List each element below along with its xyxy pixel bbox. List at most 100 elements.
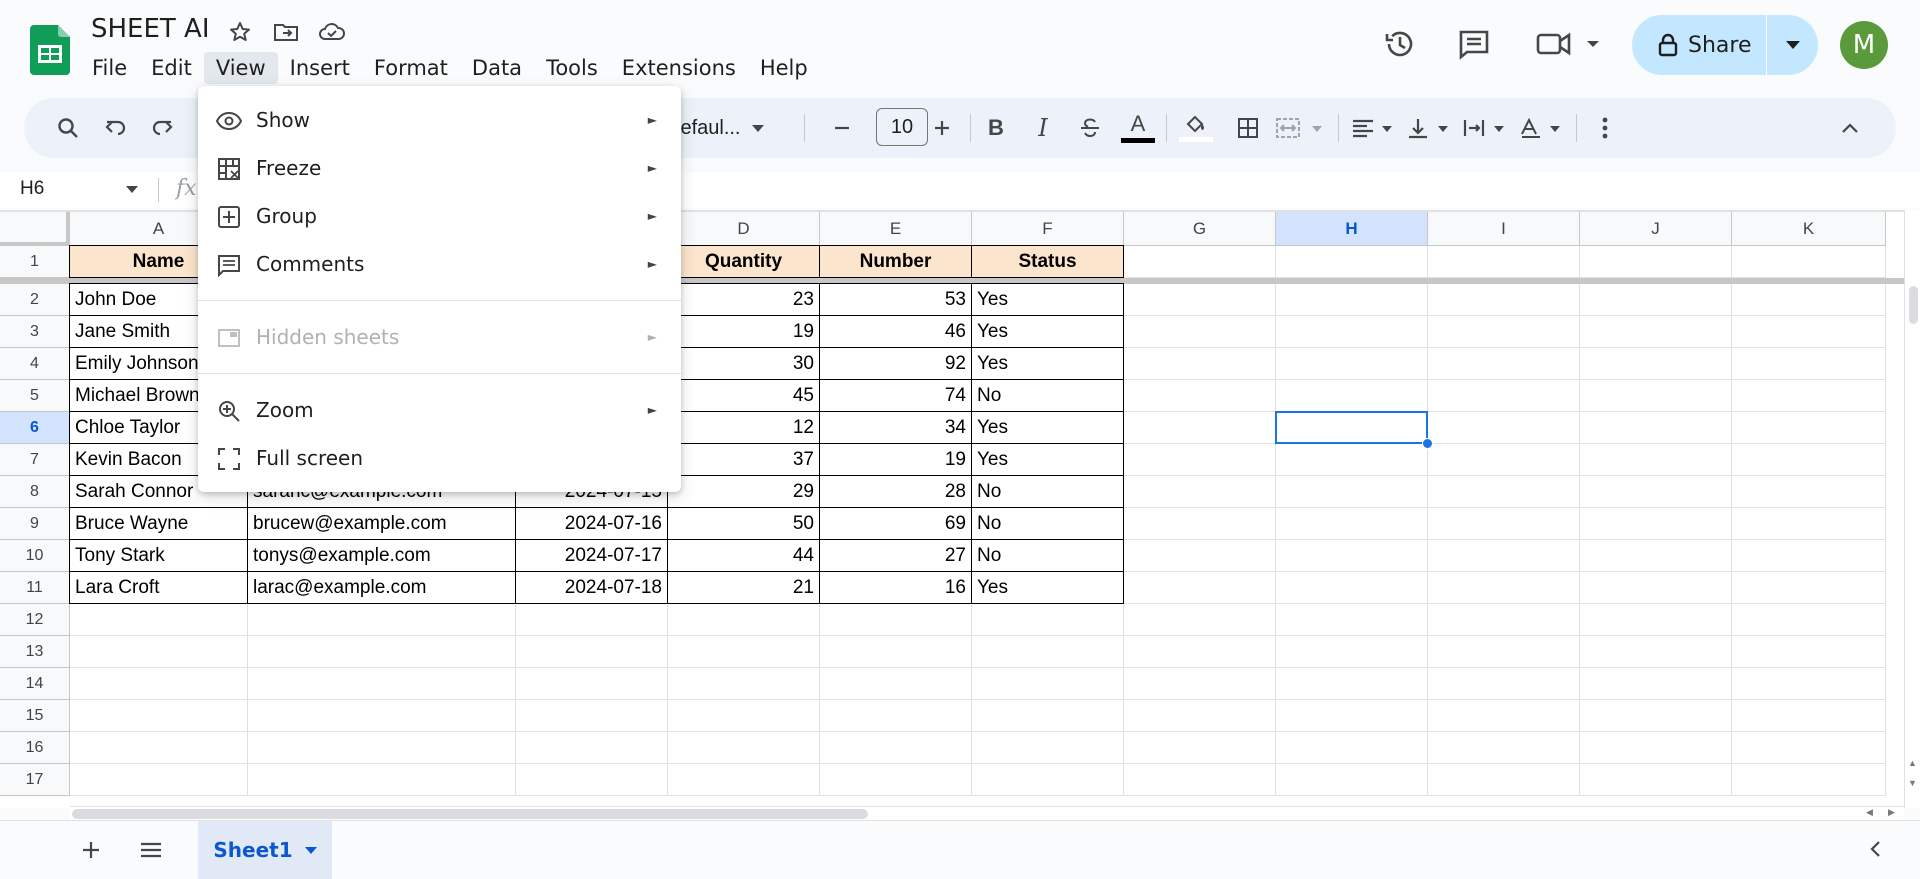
cell[interactable]	[248, 604, 516, 636]
cell[interactable]	[1732, 348, 1886, 380]
comments-icon[interactable]	[1454, 24, 1494, 64]
collapse-toolbar-icon[interactable]	[1830, 108, 1870, 148]
cell[interactable]	[1276, 540, 1428, 572]
cell[interactable]	[1124, 508, 1276, 540]
menu-file[interactable]: File	[80, 52, 139, 84]
redo-icon[interactable]	[142, 108, 182, 148]
cell[interactable]	[1124, 572, 1276, 604]
cell[interactable]	[1428, 700, 1580, 732]
cell[interactable]	[516, 764, 668, 796]
row-header-6[interactable]: 6	[0, 412, 70, 444]
cell[interactable]	[1124, 284, 1276, 316]
cell[interactable]	[1732, 572, 1886, 604]
cell[interactable]	[972, 764, 1124, 796]
vertical-align-icon[interactable]	[1406, 108, 1456, 148]
menu-insert[interactable]: Insert	[278, 52, 362, 84]
bold-icon[interactable]: B	[976, 108, 1016, 148]
text-rotation-icon[interactable]	[1518, 108, 1568, 148]
table-cell[interactable]: 19	[668, 316, 820, 348]
table-cell[interactable]: 12	[668, 412, 820, 444]
cell[interactable]	[1276, 444, 1428, 476]
column-header-h[interactable]: H	[1276, 212, 1428, 246]
scroll-up-arrow[interactable]: ▲	[1908, 758, 1917, 768]
cell[interactable]	[972, 604, 1124, 636]
row-header-1[interactable]: 1	[0, 246, 70, 278]
column-header-f[interactable]: F	[972, 212, 1124, 246]
cell[interactable]	[516, 732, 668, 764]
meet-call-icon[interactable]	[1534, 24, 1604, 64]
table-cell[interactable]: Yes	[972, 316, 1124, 348]
table-cell[interactable]: Tony Stark	[70, 540, 248, 572]
cell[interactable]	[1276, 316, 1428, 348]
row-header-14[interactable]: 14	[0, 668, 70, 700]
column-header-d[interactable]: D	[668, 212, 820, 246]
cell[interactable]	[668, 668, 820, 700]
cell[interactable]	[1124, 732, 1276, 764]
table-cell[interactable]: 46	[820, 316, 972, 348]
fill-handle[interactable]	[1422, 438, 1433, 449]
cell[interactable]	[1276, 668, 1428, 700]
table-cell[interactable]: Yes	[972, 444, 1124, 476]
column-header-k[interactable]: K	[1732, 212, 1886, 246]
cell[interactable]	[1428, 636, 1580, 668]
view-menu-item-show[interactable]: Show ►	[198, 96, 681, 144]
cell[interactable]	[1580, 284, 1732, 316]
all-sheets-icon[interactable]	[138, 837, 164, 863]
cell[interactable]	[1580, 700, 1732, 732]
cell[interactable]	[1428, 604, 1580, 636]
table-cell[interactable]: 37	[668, 444, 820, 476]
table-cell[interactable]: No	[972, 540, 1124, 572]
move-folder-icon[interactable]	[272, 18, 300, 46]
vertical-scroll-thumb[interactable]	[1909, 286, 1918, 324]
cell[interactable]	[1732, 246, 1886, 278]
cell[interactable]	[70, 604, 248, 636]
row-header-5[interactable]: 5	[0, 380, 70, 412]
cell[interactable]	[1428, 348, 1580, 380]
table-cell[interactable]: 2024-07-16	[516, 508, 668, 540]
cell[interactable]	[972, 732, 1124, 764]
cell[interactable]	[1732, 636, 1886, 668]
menu-help[interactable]: Help	[748, 52, 820, 84]
cell[interactable]	[1428, 316, 1580, 348]
font-size-input[interactable]: 10	[876, 108, 928, 146]
cell[interactable]	[248, 732, 516, 764]
view-menu-item-zoom[interactable]: Zoom ►	[198, 386, 681, 434]
sheets-logo-icon[interactable]	[30, 25, 70, 75]
cell[interactable]	[516, 636, 668, 668]
cell[interactable]	[1428, 572, 1580, 604]
cell[interactable]	[1428, 540, 1580, 572]
cell[interactable]	[820, 764, 972, 796]
cell[interactable]	[1580, 476, 1732, 508]
cell[interactable]	[1428, 246, 1580, 278]
cell[interactable]	[668, 764, 820, 796]
cell[interactable]	[70, 668, 248, 700]
cell[interactable]	[972, 668, 1124, 700]
cell[interactable]	[1124, 348, 1276, 380]
cell[interactable]	[668, 636, 820, 668]
view-menu-item-freeze[interactable]: Freeze ►	[198, 144, 681, 192]
row-header-9[interactable]: 9	[0, 508, 70, 540]
scroll-right-arrow[interactable]: ▶	[1888, 807, 1895, 818]
table-cell[interactable]: 69	[820, 508, 972, 540]
cell[interactable]	[1732, 604, 1886, 636]
row-header-3[interactable]: 3	[0, 316, 70, 348]
table-cell[interactable]: 53	[820, 284, 972, 316]
cell[interactable]	[1732, 508, 1886, 540]
document-title[interactable]: SHEET AI	[91, 14, 210, 44]
column-header-e[interactable]: E	[820, 212, 972, 246]
select-all-corner[interactable]	[0, 212, 70, 246]
cell[interactable]	[1124, 764, 1276, 796]
row-header-8[interactable]: 8	[0, 476, 70, 508]
menu-data[interactable]: Data	[460, 52, 534, 84]
cell[interactable]	[516, 668, 668, 700]
cell[interactable]	[820, 668, 972, 700]
table-cell[interactable]: tonys@example.com	[248, 540, 516, 572]
cell[interactable]	[1428, 508, 1580, 540]
strikethrough-icon[interactable]	[1070, 108, 1110, 148]
cloud-saved-icon[interactable]	[318, 18, 346, 46]
row-header-2[interactable]: 2	[0, 284, 70, 316]
cell[interactable]	[1580, 540, 1732, 572]
font-family-select[interactable]: Defaul...	[666, 108, 776, 148]
cell[interactable]	[1276, 284, 1428, 316]
table-cell[interactable]: 23	[668, 284, 820, 316]
